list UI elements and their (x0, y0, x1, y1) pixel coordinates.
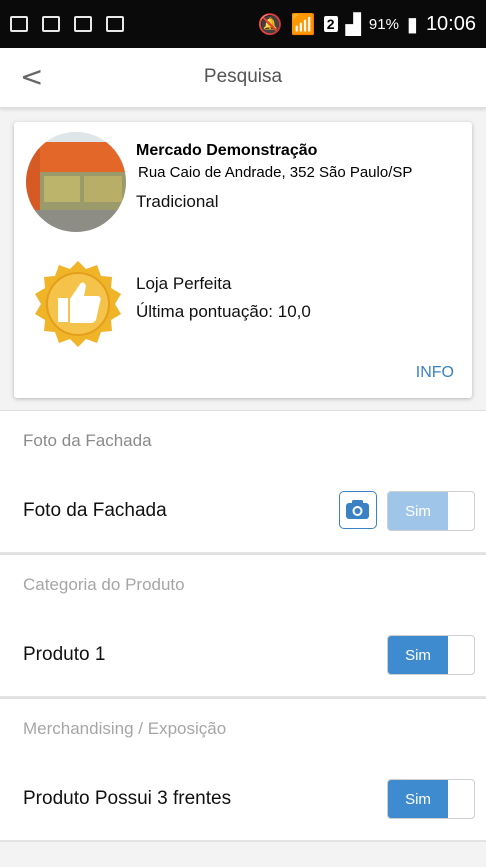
clock: 10:06 (425, 12, 476, 35)
toggle-yes-label: Sim (388, 780, 448, 818)
list-item: Produto Possui 3 frentes Sim (0, 758, 486, 842)
section-header: Foto da Fachada (0, 410, 486, 470)
notification-icons (10, 16, 124, 32)
yes-no-toggle[interactable]: Sim (387, 779, 475, 819)
toggle-yes-label: Sim (388, 636, 448, 674)
item-label: Produto Possui 3 frentes (23, 788, 232, 809)
system-icons: 🔕 📶 2 ▟ 91% ▮ 10:06 (258, 12, 476, 37)
store-type: Tradicional (136, 192, 219, 211)
info-button[interactable]: INFO (416, 364, 454, 382)
item-label: Produto 1 (23, 644, 106, 665)
sim-slot-badge: 2 (323, 16, 338, 32)
item-label: Foto da Fachada (23, 500, 167, 521)
section-header: Merchandising / Exposição (0, 698, 486, 758)
thumbs-up-badge-icon (28, 254, 128, 354)
list-item: Produto 1 Sim (0, 614, 486, 698)
list-item: Foto da Fachada Sim (0, 470, 486, 554)
voicemail-icon (74, 16, 92, 32)
camera-icon (346, 500, 369, 519)
battery-percent: 91% (368, 15, 399, 33)
yes-no-toggle[interactable]: Sim (387, 491, 475, 531)
toggle-yes-label: Sim (388, 492, 448, 530)
badge-title: Loja Perfeita (136, 274, 232, 293)
battery-icon: ▮ (406, 13, 418, 36)
mail-icon (106, 16, 124, 32)
signal-icon: ▟ (345, 13, 361, 36)
store-name: Mercado Demonstração (136, 142, 318, 159)
store-address: Rua Caio de Andrade, 352 São Paulo/SP (138, 164, 413, 181)
survey-list: Foto da Fachada Foto da Fachada Sim Cate… (0, 410, 486, 842)
wifi-icon: 📶 (290, 13, 316, 36)
store-card: Mercado Demonstração Rua Caio de Andrade… (14, 122, 472, 398)
camera-button[interactable] (339, 491, 377, 529)
store-photo (26, 132, 126, 232)
section-header: Categoria do Produto (0, 554, 486, 614)
page-title: Pesquisa (203, 66, 283, 87)
yes-no-toggle[interactable]: Sim (387, 635, 475, 675)
app-bar: < Pesquisa (0, 48, 486, 108)
image-icon (42, 16, 60, 32)
calendar-icon (10, 16, 28, 32)
status-bar: 🔕 📶 2 ▟ 91% ▮ 10:06 (0, 0, 486, 48)
vibrate-mute-icon: 🔕 (257, 13, 283, 36)
last-score: Última pontuação: 10,0 (136, 302, 311, 321)
